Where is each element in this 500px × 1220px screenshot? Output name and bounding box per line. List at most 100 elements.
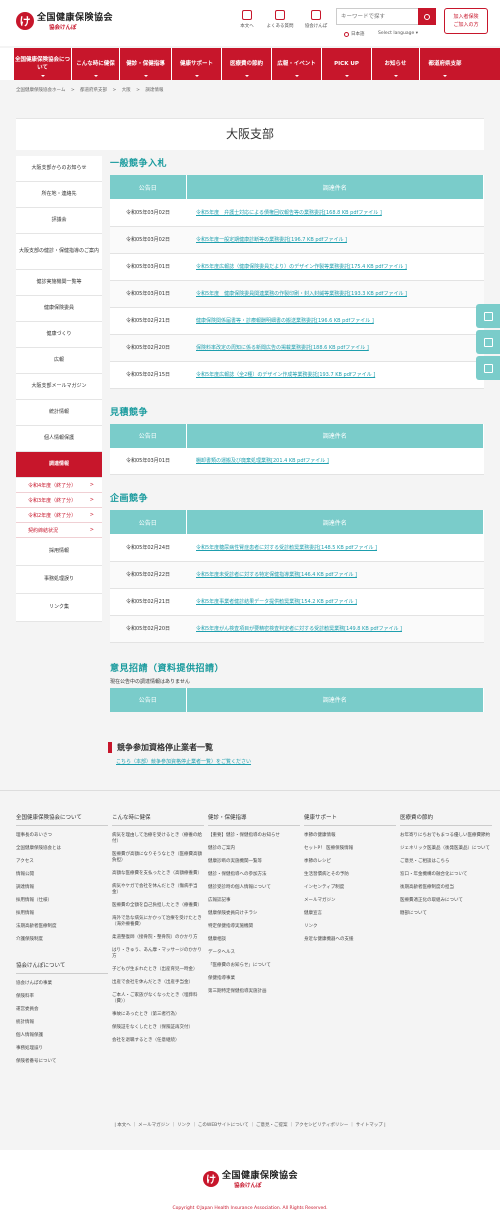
footer-link[interactable]: 医療費適正化の取組みについて	[400, 898, 492, 904]
util-skip-link[interactable]: 本文へ	[230, 10, 264, 29]
footer-link[interactable]: 身近な健康機器への支援	[304, 937, 396, 943]
sidenav-sub-item[interactable]: 契約締結状況 >	[16, 523, 102, 538]
footer-link[interactable]: 保険料率	[16, 994, 108, 1000]
language-select[interactable]: Select language ▾	[378, 31, 418, 36]
footer-link[interactable]: ジェネリック医薬品（後発医薬品）について	[400, 846, 492, 852]
footer-link[interactable]: 保険証をなくしたとき（保険証再交付）	[112, 1025, 204, 1031]
footer-link[interactable]: 【重要】健診・保健指導のお知らせ	[208, 833, 300, 839]
footer-link[interactable]: 統計情報	[16, 1020, 108, 1026]
footer-link[interactable]: インセンティブ制度	[304, 885, 396, 891]
footer-link[interactable]: 会社を退職するとき（任意継続）	[112, 1038, 204, 1044]
sidenav-item[interactable]: 事務処理誤り	[16, 566, 102, 594]
footer-link[interactable]: ご本人・ご家族がなくなったとき（埋葬料（費））	[112, 993, 204, 1005]
document-link[interactable]: 令和5年度広報誌（全2種）のデザイン作成等業務委託[193.7 KB pdfファ…	[186, 361, 484, 389]
sidenav-item[interactable]: 大阪支部からのお知らせ	[16, 156, 102, 182]
footer-link[interactable]: 季節の健康情報	[304, 833, 396, 839]
footer-link[interactable]: 保健指導事業	[208, 976, 300, 982]
footer-link[interactable]: 保険者番号について	[16, 1059, 108, 1065]
breadcrumb-home[interactable]: 全国健康保険協会ホーム	[16, 88, 65, 93]
footer-link[interactable]: 採用情報	[16, 911, 108, 917]
footer-logo[interactable]: け 全国健康保険協会 協会けんぽ	[203, 1168, 298, 1189]
util-faq-link[interactable]: よくある質問	[263, 10, 297, 29]
document-link[interactable]: 健康保険関係届書等・診療報酬明細書の搬送業務委託[196.6 KB pdfファイ…	[186, 307, 484, 335]
footer-link[interactable]: 健診のご案内	[208, 846, 300, 852]
footer-link[interactable]: 個人情報保護	[16, 1033, 108, 1039]
gnav-checkups[interactable]: 健診・保健指導	[120, 48, 172, 80]
footer-link[interactable]: 窓口・年金機構の融合化について	[400, 872, 492, 878]
document-link[interactable]: 令和5年度広報誌（健康保険委員だより）のデザイン作製等業務委託[175.4 KB…	[186, 253, 484, 281]
footer-link[interactable]: 法期高齢者医療制度	[16, 924, 108, 930]
footer-link[interactable]: データヘルス	[208, 950, 300, 956]
footer-link[interactable]: 後期高齢者医療制度の担当	[400, 885, 492, 891]
footer-link[interactable]: 生活習慣病とその予防	[304, 872, 396, 878]
float-document-button[interactable]	[476, 304, 500, 328]
footer-link[interactable]: 医療費の全額を自己負担したとき（療養費）	[112, 903, 204, 909]
footer-link[interactable]: 調達情報	[16, 885, 108, 891]
footer-link[interactable]: 病気やケガで会社を休んだとき（傷病手当金）	[112, 884, 204, 896]
footer-link[interactable]: メールマガジン	[304, 898, 396, 904]
sidenav-item[interactable]: リンク集	[16, 594, 102, 622]
sidenav-item[interactable]: 統計情報	[16, 400, 102, 426]
footer-link[interactable]: セットP！ 医療保険情報	[304, 846, 396, 852]
gnav-pr-events[interactable]: 広報・イベント	[272, 48, 322, 80]
footer-link[interactable]: 病気を理由して治療を受けるとき（療養の給付）	[112, 833, 204, 845]
breadcrumb-branches[interactable]: 都道府県支部	[80, 88, 107, 93]
footer-link[interactable]: 季節のレシピ	[304, 859, 396, 865]
sidenav-item[interactable]: 健康保険委員	[16, 296, 102, 322]
footer-link[interactable]: 事務処理誤り	[16, 1046, 108, 1052]
footer-link[interactable]: 健康相談	[208, 937, 300, 943]
site-logo[interactable]: け 全国健康保険協会 協会けんぽ	[16, 10, 113, 31]
sidenav-item[interactable]: 大阪支部メールマガジン	[16, 374, 102, 400]
footer-link[interactable]: 高額な医療費を支払ったとき（高額療養費）	[112, 871, 204, 877]
sidenav-item[interactable]: 健康づくり	[16, 322, 102, 348]
document-link[interactable]: 令和5年度未受診者に対する特定保健指導業務[146.4 KB pdfファイル ]	[186, 561, 484, 589]
footer-link[interactable]: 第三期特定保健指導実施計画	[208, 989, 300, 995]
sidenav-sub-item[interactable]: 令和3年度（終了分） >	[16, 493, 102, 508]
sidenav-item[interactable]: 大阪支部の健診・保健指導のご案内	[16, 234, 102, 270]
footer-link[interactable]: 協会けんぽの事業	[16, 981, 108, 987]
language-japanese[interactable]: 日本語	[344, 31, 365, 37]
footer-link[interactable]: 海外で急な病気にかかって治療を受けたとき（海外療養費）	[112, 916, 204, 928]
footer-link[interactable]: リンク	[304, 924, 396, 930]
document-link[interactable]: 令和5年度 弁護士対応による債権回収報告等の業務委託[168.8 KB pdfフ…	[186, 199, 484, 227]
document-link[interactable]: 令和5年度事業者健診結果データ提供勧奨業務[154.2 KB pdfファイル ]	[186, 588, 484, 616]
float-office-button[interactable]	[476, 356, 500, 380]
footer-link[interactable]: 健康宣言	[304, 911, 396, 917]
footer-link[interactable]: 全国健康保険協会とは	[16, 846, 108, 852]
float-chat-button[interactable]	[476, 330, 500, 354]
footer-link[interactable]: 柔道整復師（接骨院・整骨院）のかかり方	[112, 935, 204, 941]
document-link[interactable]: 保険料率改定の周知に係る新聞広告の掲載業務委託[188.6 KB pdfファイル…	[186, 334, 484, 362]
gnav-pickup[interactable]: PICK UP	[322, 48, 372, 80]
sidenav-item-procurement[interactable]: 調達情報	[16, 452, 102, 478]
suspended-vendors-link[interactable]: こちら（本部）競争参加資格停止業者一覧）をご覧ください	[116, 758, 251, 765]
footer-link[interactable]: 糖部について	[400, 911, 492, 917]
footer-link[interactable]: アクセス	[16, 859, 108, 865]
gnav-news[interactable]: お知らせ	[372, 48, 420, 80]
sidenav-item[interactable]: 所在地・連絡先	[16, 182, 102, 208]
gnav-health-support[interactable]: 健康サポート	[172, 48, 222, 80]
search-input[interactable]	[337, 9, 419, 24]
footer-link[interactable]: 情報公開	[16, 872, 108, 878]
footer-utility-bar[interactable]: | 本文へ ｜ メールマガジン ｜ リンク ｜ このWEBサイトについて ｜ ご…	[0, 1122, 500, 1128]
footer-link[interactable]: 健診・保健指導への参加方法	[208, 872, 300, 878]
breadcrumb-osaka[interactable]: 大阪	[122, 88, 131, 93]
sidenav-item[interactable]: 採用情報	[16, 538, 102, 566]
member-button[interactable]: 加入者保険 ご加入の方	[444, 8, 488, 34]
footer-link[interactable]: 医療費が高額になりそうなとき（医療費高額負担）	[112, 852, 204, 864]
footer-link[interactable]: 理事長のあいさつ	[16, 833, 108, 839]
footer-link[interactable]: 広報誌記事	[208, 898, 300, 904]
footer-link[interactable]: 介護保険制度	[16, 937, 108, 943]
footer-link[interactable]: 事故にあったとき（第三者行為）	[112, 1012, 204, 1018]
footer-link[interactable]: 子どもが生まれたとき（出産育児一時金）	[112, 967, 204, 973]
search-button[interactable]	[418, 8, 436, 25]
footer-link[interactable]: 運営委員会	[16, 1007, 108, 1013]
footer-link[interactable]: 採用情報（仕様）	[16, 898, 108, 904]
sidenav-item[interactable]: 評議会	[16, 208, 102, 234]
footer-link[interactable]: ご意見・ご相談はこちら	[400, 859, 492, 865]
sidenav-item[interactable]: 健診実施機関一覧等	[16, 270, 102, 296]
document-link[interactable]: 令和5年度がん検査項目が要精密検査判定者に対する受診勧奨業務[149.8 KB …	[186, 615, 484, 643]
footer-link[interactable]: 「医療費のお知らせ」について	[208, 963, 300, 969]
gnav-about[interactable]: 全国健康保険協会について	[14, 48, 72, 80]
footer-link[interactable]: はり・きゅう、あん摩・マッサージのかかり方	[112, 948, 204, 960]
gnav-situations[interactable]: こんな時に健保	[72, 48, 120, 80]
